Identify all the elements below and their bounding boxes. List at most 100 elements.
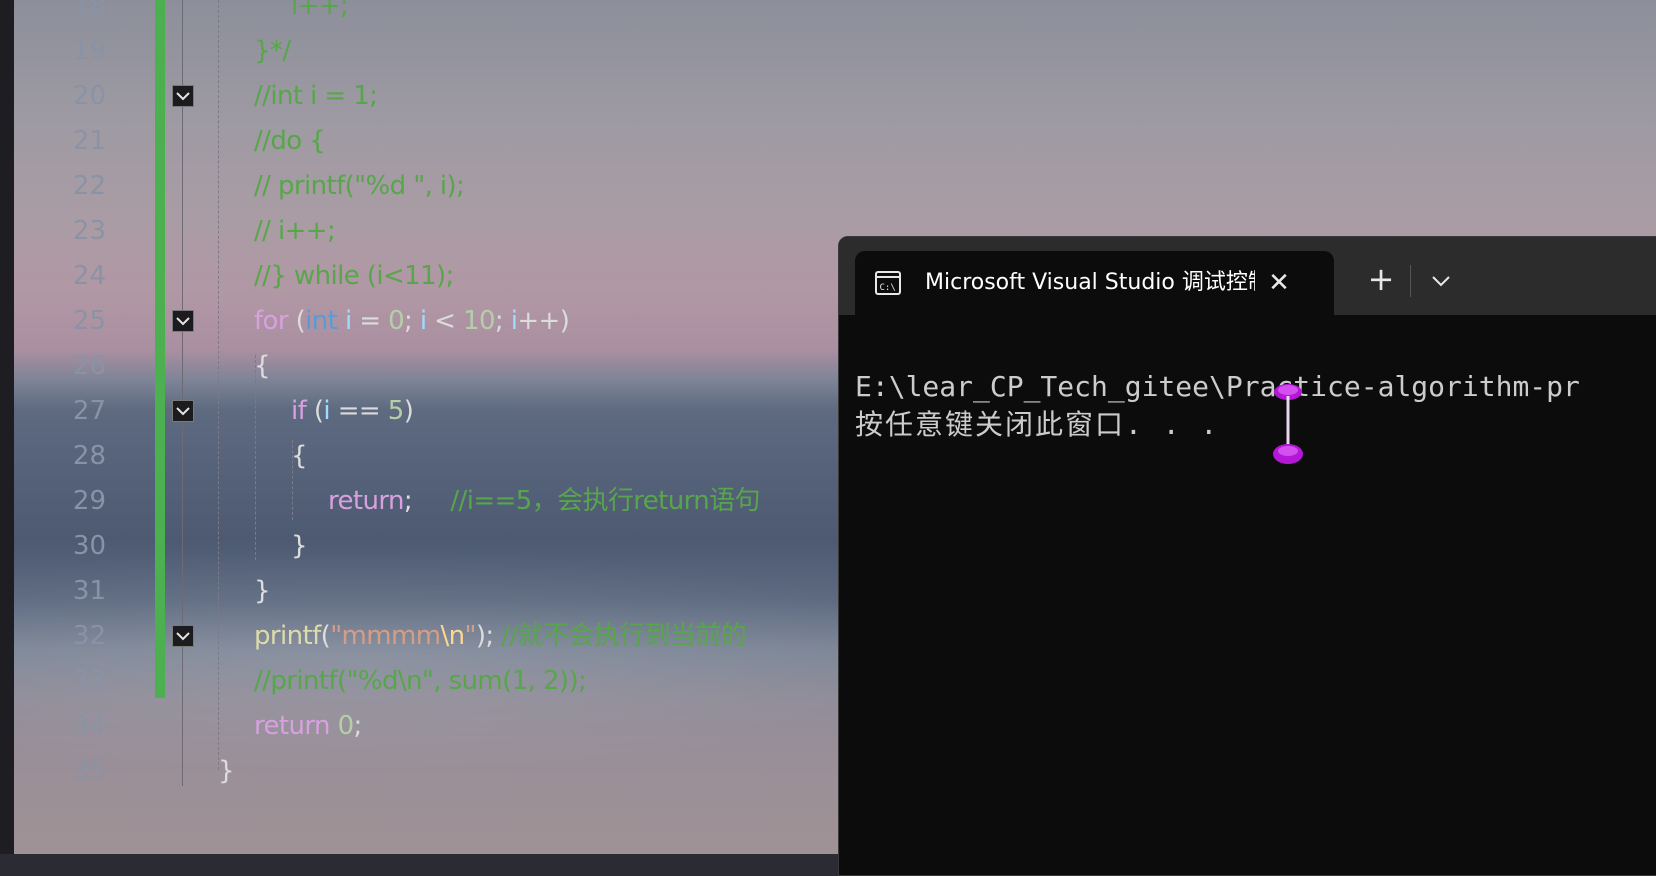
- code-line[interactable]: printf("mmmm\n"); //就不会执行到当前的: [254, 614, 747, 658]
- code-token: ): [403, 396, 414, 426]
- code-token: =: [351, 306, 389, 336]
- code-token: //int i = 1;: [254, 81, 378, 111]
- line-number: 20: [72, 81, 106, 111]
- code-line[interactable]: // i++;: [254, 209, 336, 253]
- code-token: }: [291, 531, 308, 561]
- code-token: \n: [440, 621, 465, 651]
- code-token: }: [254, 576, 271, 606]
- code-token: return: [328, 486, 405, 516]
- tab-strip: C:\ Microsoft Visual Studio 调试控制台 ✕ +: [839, 237, 1656, 315]
- code-line[interactable]: }*/: [254, 29, 291, 73]
- code-token: i++;: [291, 0, 349, 21]
- code-token: //printf("%d\n", sum(1, 2));: [254, 666, 587, 696]
- code-token: (: [320, 621, 331, 651]
- code-token: i: [337, 306, 352, 336]
- line-number: 35: [72, 756, 106, 786]
- line-number: 28: [72, 441, 106, 471]
- code-line[interactable]: if (i == 5): [291, 389, 414, 433]
- text-cursor-icon: [1273, 384, 1303, 464]
- code-line[interactable]: i++;: [291, 0, 349, 28]
- code-token: return: [254, 711, 331, 741]
- code-token: i: [419, 306, 427, 336]
- code-token: "mmmm: [330, 621, 441, 651]
- code-line[interactable]: //} while (i<11);: [254, 254, 454, 298]
- code-token: //} while (i<11);: [254, 261, 454, 291]
- terminal-icon: C:\: [875, 271, 901, 295]
- code-line[interactable]: // printf("%d ", i);: [254, 164, 465, 208]
- code-token: }: [218, 756, 235, 786]
- line-number: 24: [72, 261, 106, 291]
- code-token: 10: [463, 306, 495, 336]
- code-token: }*/: [254, 36, 291, 66]
- code-token: {: [291, 441, 308, 471]
- code-token: int: [305, 306, 338, 336]
- line-number: 29: [72, 486, 106, 516]
- tab-separator: [1410, 265, 1411, 297]
- code-token: printf: [254, 621, 321, 651]
- line-number: 21: [72, 126, 106, 156]
- close-tab-button[interactable]: ✕: [1263, 267, 1295, 299]
- line-number: 31: [72, 576, 106, 606]
- code-token: //就不会执行到当前的: [501, 621, 747, 651]
- code-line[interactable]: //int i = 1;: [254, 74, 378, 118]
- code-token: 0: [337, 711, 355, 741]
- code-token: ==: [330, 396, 388, 426]
- active-tab[interactable]: C:\ Microsoft Visual Studio 调试控制台 ✕: [855, 251, 1334, 315]
- code-token: 0: [388, 306, 405, 336]
- code-token: ++): [517, 306, 570, 336]
- debug-console-window[interactable]: C:\ Microsoft Visual Studio 调试控制台 ✕ + E:…: [838, 236, 1656, 876]
- code-line[interactable]: for (int i = 0; i < 10; i++): [254, 299, 570, 343]
- line-number: 27: [72, 396, 106, 426]
- line-number: 34: [72, 711, 106, 741]
- code-token: <: [426, 306, 464, 336]
- code-line[interactable]: //printf("%d\n", sum(1, 2));: [254, 659, 587, 703]
- code-line[interactable]: }: [218, 749, 235, 793]
- console-output-path: E:\lear_CP_Tech_gitee\Practice-algorithm…: [855, 370, 1580, 403]
- change-tracking-bar: [155, 0, 165, 698]
- indent-guide: [218, 0, 219, 770]
- line-number: 25: [72, 306, 106, 336]
- code-token: //do {: [254, 126, 326, 156]
- code-token: // printf("%d ", i);: [254, 171, 465, 201]
- code-token: ": [464, 621, 477, 651]
- code-token: (: [306, 396, 324, 426]
- code-token: {: [254, 351, 271, 381]
- tab-title: Microsoft Visual Studio 调试控制台: [925, 270, 1255, 295]
- line-number: 26: [72, 351, 106, 381]
- console-output-prompt: 按任意键关闭此窗口. . .: [855, 408, 1220, 441]
- code-token: ;: [494, 306, 511, 336]
- fold-toggle[interactable]: [172, 85, 194, 107]
- editor-left-margin: [0, 0, 14, 854]
- code-token: // i++;: [254, 216, 336, 246]
- new-tab-button[interactable]: +: [1359, 259, 1403, 303]
- code-token: );: [475, 621, 502, 651]
- fold-toggle[interactable]: [172, 310, 194, 332]
- line-number: 33: [72, 666, 106, 696]
- code-token: if: [291, 396, 307, 426]
- code-token: ;: [404, 306, 420, 336]
- code-line[interactable]: //do {: [254, 119, 326, 163]
- code-token: ;: [403, 486, 451, 516]
- line-number: 23: [72, 216, 106, 246]
- chevron-down-icon: [176, 91, 190, 100]
- chevron-down-icon: [176, 631, 190, 640]
- code-line[interactable]: return; //i==5，会执行return语句: [328, 479, 761, 523]
- fold-toggle[interactable]: [172, 400, 194, 422]
- code-line[interactable]: {: [291, 434, 308, 478]
- chevron-down-icon: [176, 316, 190, 325]
- code-token: ;: [353, 711, 363, 741]
- chevron-down-icon: [1432, 276, 1450, 287]
- code-token: for: [254, 306, 289, 336]
- line-number: 22: [72, 171, 106, 201]
- line-number: 30: [72, 531, 106, 561]
- fold-toggle[interactable]: [172, 625, 194, 647]
- code-line[interactable]: return 0;: [254, 704, 362, 748]
- code-token: //i==5，会执行return语句: [450, 486, 760, 516]
- code-line[interactable]: {: [254, 344, 271, 388]
- line-number: 18: [72, 0, 106, 21]
- line-number: 19: [72, 36, 106, 66]
- tab-dropdown-button[interactable]: [1419, 259, 1463, 303]
- code-line[interactable]: }: [291, 524, 308, 568]
- outlining-line: [182, 0, 183, 786]
- code-line[interactable]: }: [254, 569, 271, 613]
